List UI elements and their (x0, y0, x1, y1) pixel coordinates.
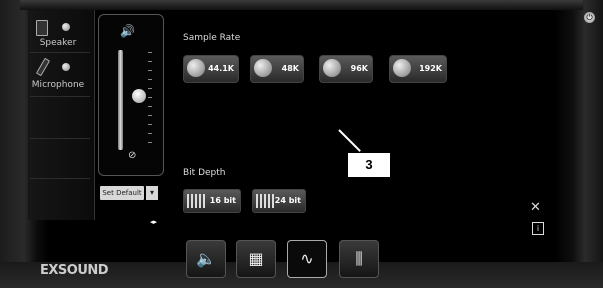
tab-speaker-config[interactable]: 🔈 (186, 240, 226, 278)
sample-rate-title: Sample Rate (183, 33, 241, 43)
microphone-status-icon (62, 63, 70, 71)
divider (30, 138, 90, 139)
power-icon[interactable]: ⏻ (584, 12, 595, 23)
divider (30, 178, 90, 179)
speaker-status-icon (62, 23, 70, 31)
volume-ticks (148, 52, 152, 148)
volume-track[interactable] (118, 50, 123, 150)
microphone-label[interactable]: Microphone (26, 80, 90, 90)
brand-logo: EXSOUND (40, 263, 109, 278)
rate-48-label: 48K (281, 64, 299, 73)
level-bars-icon (256, 194, 276, 208)
rate-44-button[interactable]: 44.1K (183, 55, 239, 83)
speaker-label[interactable]: Speaker (26, 38, 90, 48)
rate-44-label: 44.1K (208, 64, 234, 73)
bit-24-label: 24 bit (274, 196, 301, 205)
bit-16-button[interactable]: 16 bit (183, 189, 241, 213)
disc-icon (254, 59, 272, 77)
music-icon (323, 59, 341, 77)
divider (30, 96, 90, 97)
rate-96-label: 96K (350, 64, 368, 73)
tab-equalizer[interactable]: ⫼ (339, 240, 379, 278)
rate-96-button[interactable]: 96K (319, 55, 373, 83)
set-default-dropdown[interactable]: ▾ (146, 186, 158, 200)
disc-icon (187, 59, 205, 77)
rate-48-button[interactable]: 48K (250, 55, 304, 83)
speaker-icon[interactable] (36, 20, 48, 36)
volume-slider-thumb[interactable] (132, 89, 146, 103)
info-icon[interactable]: i (532, 222, 544, 235)
bit-depth-title: Bit Depth (183, 168, 226, 178)
bit-24-button[interactable]: 24 bit (252, 189, 306, 213)
rate-192-label: 192K (419, 64, 442, 73)
bit-16-label: 16 bit (209, 196, 236, 205)
music-icon (393, 59, 411, 77)
divider (30, 52, 90, 53)
set-default-button[interactable]: Set Default (100, 186, 144, 200)
level-bars-icon (187, 194, 207, 208)
tab-grid-mixer[interactable]: ▦ (236, 240, 276, 278)
tools-icon[interactable]: ✕ (530, 200, 541, 215)
rate-192-button[interactable]: 192K (389, 55, 447, 83)
arrows-icon[interactable]: ◂▸ (150, 218, 157, 226)
top-bar (20, 0, 583, 10)
callout-number: 3 (348, 153, 390, 177)
volume-speaker-icon: 🔊 (120, 24, 135, 38)
mute-icon[interactable]: ⊘ (128, 150, 136, 161)
tab-waveform[interactable]: ∿ (287, 240, 327, 278)
